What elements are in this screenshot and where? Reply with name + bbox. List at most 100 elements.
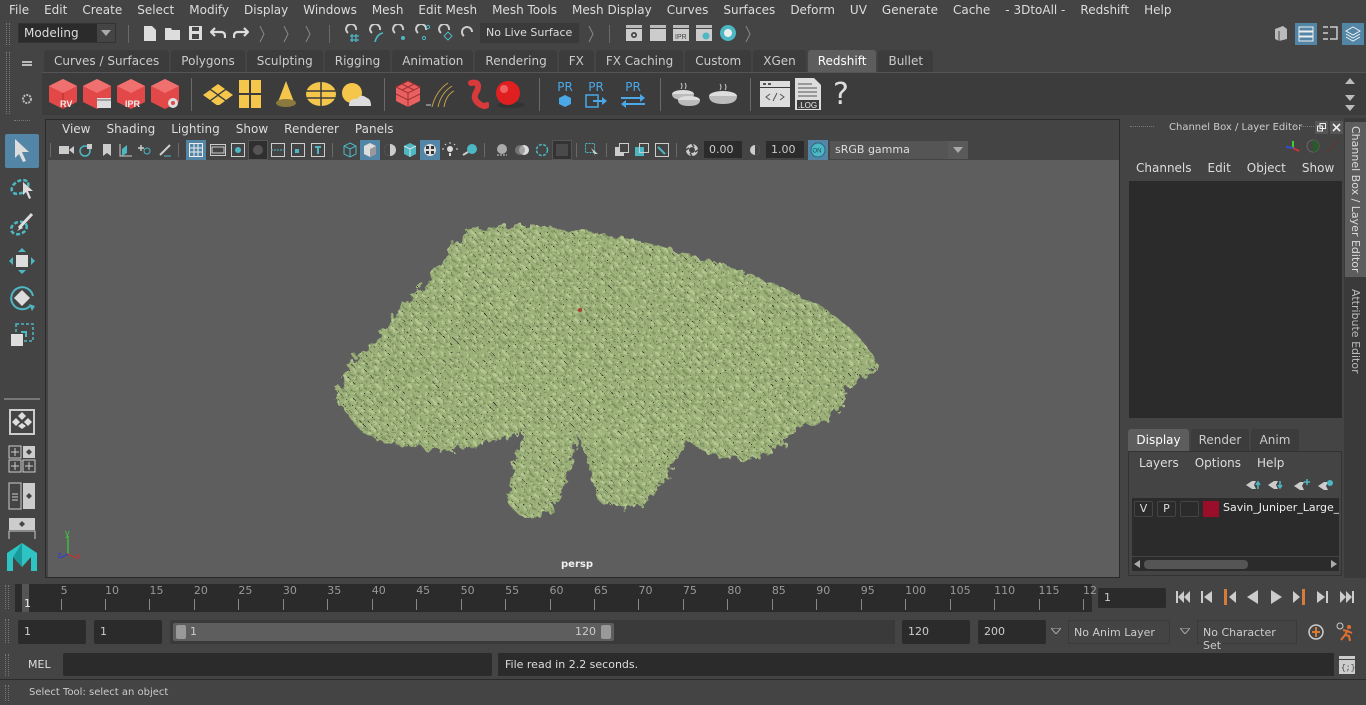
shelf-settings-gear-icon[interactable] — [20, 92, 34, 106]
redo-icon[interactable] — [231, 24, 251, 42]
rotate-tool-button[interactable] — [5, 282, 39, 316]
shelf-tab-redshift[interactable]: Redshift — [807, 50, 877, 72]
anim-layer-dropdown[interactable]: No Anim Layer — [1068, 620, 1170, 644]
menu-mesh-tools[interactable]: Mesh Tools — [484, 3, 564, 17]
gamma-field[interactable]: 1.00 — [766, 141, 804, 158]
go-to-start-button[interactable] — [1174, 587, 1194, 607]
savin-juniper-mesh[interactable] — [48, 160, 1119, 577]
layer-row[interactable]: V P Savin_Juniper_Large_S — [1132, 500, 1339, 518]
shelf-tab-fx-caching[interactable]: FX Caching — [595, 50, 684, 72]
menu-uv[interactable]: UV — [842, 3, 874, 17]
script-editor-icon[interactable]: {;} — [1338, 655, 1356, 675]
attribute-editor-toggle-icon[interactable] — [1295, 23, 1317, 45]
new-layer-from-selected-icon[interactable] — [1317, 478, 1335, 492]
redshift-batch-render-icon[interactable] — [80, 77, 114, 111]
save-scene-icon[interactable] — [186, 24, 204, 42]
hypershade-icon[interactable] — [718, 23, 738, 43]
resolution-gate-icon[interactable] — [228, 140, 248, 160]
scale-tool-button[interactable] — [5, 319, 39, 353]
menu-generate[interactable]: Generate — [874, 3, 945, 17]
select-camera-icon[interactable] — [58, 141, 76, 159]
step-forward-frame-button[interactable] — [1312, 587, 1332, 607]
side-tab-channel-box[interactable]: Channel Box / Layer Editor — [1345, 122, 1366, 277]
snap-to-surface-icon[interactable] — [435, 23, 455, 43]
channel-box-menu-show[interactable]: Show — [1294, 161, 1342, 175]
manipulator-axis-icon[interactable] — [1284, 138, 1302, 154]
layer-menu-options[interactable]: Options — [1187, 456, 1249, 470]
layer-menu-layers[interactable]: Layers — [1131, 456, 1187, 470]
channel-box-menu-edit[interactable]: Edit — [1200, 161, 1239, 175]
auto-key-toggle-icon[interactable] — [1305, 621, 1327, 643]
layer-color-swatch[interactable] — [1203, 501, 1219, 517]
move-layer-up-icon[interactable] — [1245, 478, 1263, 492]
range-end-handle[interactable] — [601, 625, 611, 639]
viewport-menu-view[interactable]: View — [54, 122, 98, 140]
range-slider[interactable]: 1 120 — [170, 620, 895, 644]
collapse-arrow-icon[interactable] — [588, 25, 594, 43]
layer-list-hscrollbar[interactable] — [1132, 557, 1339, 571]
scrollbar-thumb[interactable] — [1144, 560, 1248, 569]
grid-toggle-icon[interactable] — [186, 140, 206, 160]
step-back-key-button[interactable] — [1220, 587, 1240, 607]
range-slider-bar[interactable]: 1 120 — [173, 623, 614, 641]
script-language-toggle[interactable]: MEL — [28, 658, 51, 671]
character-set-dropdown[interactable]: No Character Set — [1197, 620, 1297, 652]
viewport-menu-panels[interactable]: Panels — [347, 122, 402, 140]
menu-deform[interactable]: Deform — [782, 3, 842, 17]
speed-toggle-icon[interactable] — [1304, 138, 1322, 154]
menu-surfaces[interactable]: Surfaces — [715, 3, 782, 17]
command-input[interactable] — [63, 653, 492, 676]
safe-action-icon[interactable] — [288, 140, 308, 160]
xray-icon[interactable] — [612, 140, 632, 160]
scroll-right-icon[interactable] — [1331, 560, 1337, 568]
step-forward-key-button[interactable] — [1289, 587, 1309, 607]
render-current-frame-icon[interactable] — [648, 23, 668, 43]
hyperbolic-toggle-icon[interactable] — [1324, 138, 1342, 154]
shelf-tab-rigging[interactable]: Rigging — [324, 50, 391, 72]
play-forwards-button[interactable] — [1266, 587, 1286, 607]
menu-edit[interactable]: Edit — [36, 3, 74, 17]
field-chart-icon[interactable] — [268, 140, 288, 160]
rs-help-icon[interactable]: ? — [828, 77, 854, 112]
collapse-arrow-icon[interactable] — [305, 25, 311, 43]
move-tool-button[interactable] — [5, 245, 39, 279]
select-tool-button[interactable] — [5, 134, 39, 168]
rs-physical-light-icon[interactable] — [272, 78, 300, 110]
animation-preferences-icon[interactable] — [1333, 620, 1357, 644]
paint-select-tool-button[interactable] — [5, 208, 39, 242]
panel-grip[interactable] — [1130, 126, 1154, 129]
anim-layer-chevron-icon[interactable] — [1050, 626, 1062, 636]
status-line-grip[interactable] — [6, 23, 10, 45]
use-default-material-icon[interactable] — [380, 140, 400, 160]
snap-to-curve-icon[interactable] — [366, 23, 386, 43]
menu-3dtoall[interactable]: - 3DtoAll - — [997, 3, 1072, 17]
command-line-grip[interactable] — [5, 654, 9, 676]
move-layer-down-icon[interactable] — [1267, 478, 1285, 492]
step-back-frame-button[interactable] — [1197, 587, 1217, 607]
shelf-grip[interactable] — [6, 52, 10, 114]
float-panel-icon[interactable] — [1315, 121, 1328, 134]
lasso-tool-button[interactable] — [5, 171, 39, 205]
time-slider-track[interactable]: 1 5 10 15 20 25 30 35 40 45 50 55 60 65 70 75 80 85 90 95 1… — [15, 584, 1097, 612]
go-to-end-button[interactable] — [1336, 587, 1356, 607]
rs-proxy-import-icon[interactable]: PR — [583, 76, 609, 112]
live-surface-field[interactable]: No Live Surface — [480, 23, 579, 43]
shelf-tab-rendering[interactable]: Rendering — [475, 50, 557, 72]
color-management-toggle[interactable]: ON — [808, 140, 828, 160]
shadows-icon[interactable] — [460, 140, 480, 160]
range-start-handle[interactable] — [176, 625, 186, 639]
xray-joints-icon[interactable] — [652, 140, 672, 160]
shelf-tab-animation[interactable]: Animation — [392, 50, 474, 72]
animation-start-field[interactable]: 1 — [18, 620, 86, 644]
channel-box-toggle-icon[interactable] — [1342, 23, 1364, 45]
collapse-arrow-icon[interactable] — [283, 25, 289, 43]
shelf-tab-custom[interactable]: Custom — [685, 50, 752, 72]
range-grip[interactable] — [5, 619, 9, 643]
playback-start-field[interactable]: 1 — [94, 620, 162, 644]
xray-active-components-icon[interactable] — [632, 140, 652, 160]
menu-mesh[interactable]: Mesh — [364, 3, 411, 17]
snap-to-grid-icon[interactable] — [342, 23, 362, 43]
gate-mask-icon[interactable] — [248, 140, 268, 160]
shelf-tab-xgen[interactable]: XGen — [753, 50, 806, 72]
close-panel-icon[interactable] — [1330, 121, 1343, 134]
